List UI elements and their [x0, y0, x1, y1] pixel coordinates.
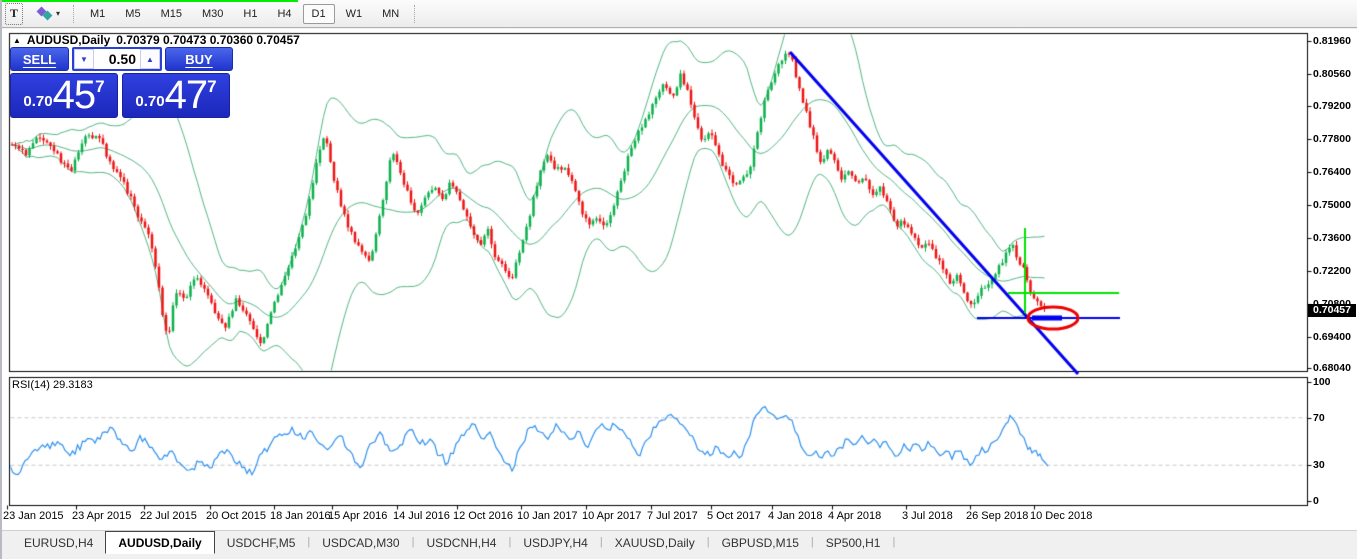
rsi-axis-label: 70 [1313, 412, 1357, 424]
chart-symbol-title: AUDUSD,Daily [27, 33, 110, 47]
price-axis-label: 0.73600 [1313, 232, 1357, 244]
tab-sp500-h1[interactable]: SP500,H1 [814, 532, 893, 553]
tab-audusd-daily[interactable]: AUDUSD,Daily [105, 531, 214, 554]
date-axis-label: 10 Dec 2018 [1030, 510, 1092, 522]
volume-increase-button[interactable]: ▲ [140, 49, 160, 69]
volume-stepper: ▼ ▲ [72, 47, 162, 71]
date-axis-label: 10 Jan 2017 [517, 510, 578, 522]
sell-price-prefix: 0.70 [23, 93, 52, 110]
drawing-tools-button[interactable]: ▾ [31, 3, 67, 25]
volume-decrease-button[interactable]: ▼ [74, 49, 94, 69]
price-axis-label: 0.81960 [1313, 35, 1357, 47]
date-axis-label: 26 Sep 2018 [966, 510, 1028, 522]
date-axis-label: 3 Jul 2018 [902, 510, 953, 522]
tab-eurusd-h4[interactable]: EURUSD,H4 [12, 532, 105, 553]
date-axis-label: 15 Apr 2016 [328, 510, 387, 522]
sell-price-main: 45 [53, 77, 96, 114]
date-axis-label: 23 Apr 2015 [72, 510, 131, 522]
price-axis-label: 0.69400 [1313, 331, 1357, 343]
mt4-window: T ▾ M1M5M15M30H1H4D1W1MN ▲ AUDUSD,Daily … [0, 0, 1357, 559]
rsi-axis-label: 30 [1313, 459, 1357, 471]
symbol-tabs-bar: EURUSD,H4AUDUSD,DailyUSDCHF,M5 | USDCAD,M3… [0, 530, 1357, 559]
toolbar-separator [414, 5, 416, 23]
tf-button-m1[interactable]: M1 [81, 4, 114, 24]
date-axis-label: 14 Jul 2016 [393, 510, 450, 522]
price-axis-label: 0.72200 [1313, 265, 1357, 277]
window-left-border [0, 0, 2, 559]
date-axis-label: 20 Oct 2015 [206, 510, 266, 522]
toolbar: T ▾ M1M5M15M30H1H4D1W1MN [0, 0, 1357, 28]
tf-button-h4[interactable]: H4 [268, 4, 300, 24]
tf-button-h1[interactable]: H1 [234, 4, 266, 24]
tf-button-m5[interactable]: M5 [116, 4, 149, 24]
sell-price-pip: 7 [95, 77, 104, 97]
price-axis-label: 0.77800 [1313, 133, 1357, 145]
tf-button-m30[interactable]: M30 [193, 4, 232, 24]
chevron-down-icon: ▾ [56, 9, 60, 18]
tf-button-w1[interactable]: W1 [337, 4, 372, 24]
sell-price-display[interactable]: 0.70 45 7 [10, 73, 118, 118]
sell-button[interactable]: SELL [10, 47, 69, 71]
price-axis-label: 0.76400 [1313, 166, 1357, 178]
tf-button-d1[interactable]: D1 [303, 4, 335, 24]
date-axis-label: 10 Apr 2017 [582, 510, 641, 522]
date-axis-label: 4 Jan 2018 [768, 510, 822, 522]
buy-price-main: 47 [165, 77, 208, 114]
one-click-trade-panel: SELL ▼ ▲ BUY 0.70 45 7 0.70 47 7 [10, 47, 231, 118]
tab-usdcad-m30[interactable]: USDCAD,M30 [310, 532, 411, 553]
date-axis-label: 22 Jul 2015 [140, 510, 197, 522]
tf-button-m15[interactable]: M15 [152, 4, 191, 24]
buy-price-display[interactable]: 0.70 47 7 [122, 73, 230, 118]
progress-line [0, 0, 298, 2]
price-axis-label: 0.75000 [1313, 199, 1357, 211]
tab-xauusd-daily[interactable]: XAUUSD,Daily [603, 532, 707, 553]
rsi-axis-label: 0 [1313, 495, 1357, 507]
price-axis-label: 0.68040 [1313, 362, 1357, 374]
date-axis-label: 7 Jul 2017 [647, 510, 698, 522]
buy-price-pip: 7 [207, 77, 216, 97]
volume-input[interactable] [94, 49, 140, 69]
tab-usdchf-m5[interactable]: USDCHF,M5 [215, 532, 308, 553]
date-axis-label: 4 Apr 2018 [828, 510, 881, 522]
tab-usdcnh-h4[interactable]: USDCNH,H4 [414, 532, 508, 553]
toolbar-separator [73, 5, 75, 23]
tf-button-mn[interactable]: MN [373, 4, 408, 24]
text-tool-button[interactable]: T [5, 3, 23, 25]
date-axis-label: 23 Jan 2015 [3, 510, 64, 522]
chart-ohlc-values: 0.70379 0.70473 0.70360 0.70457 [116, 33, 300, 47]
date-axis-label: 5 Oct 2017 [707, 510, 761, 522]
date-axis-label: 18 Jan 2016 [270, 510, 331, 522]
buy-price-prefix: 0.70 [135, 93, 164, 110]
tab-gbpusd-m15[interactable]: GBPUSD,M15 [710, 532, 811, 553]
rsi-axis-label: 100 [1313, 376, 1357, 388]
timeframe-buttons: M1M5M15M30H1H4D1W1MN [81, 4, 408, 24]
chart-header: ▲ AUDUSD,Daily 0.70379 0.70473 0.70360 0… [13, 33, 300, 47]
rsi-indicator-label: RSI(14) 29.3183 [12, 379, 93, 391]
date-axis-label: 12 Oct 2016 [453, 510, 513, 522]
current-price-badge: 0.70457 [1308, 304, 1356, 317]
tab-separator: | [892, 536, 895, 548]
price-axis-label: 0.80560 [1313, 68, 1357, 80]
collapse-arrow-icon[interactable]: ▲ [13, 36, 21, 45]
buy-button[interactable]: BUY [165, 47, 233, 71]
tab-usdjpy-h4[interactable]: USDJPY,H4 [511, 532, 599, 553]
price-axis-label: 0.79200 [1313, 100, 1357, 112]
